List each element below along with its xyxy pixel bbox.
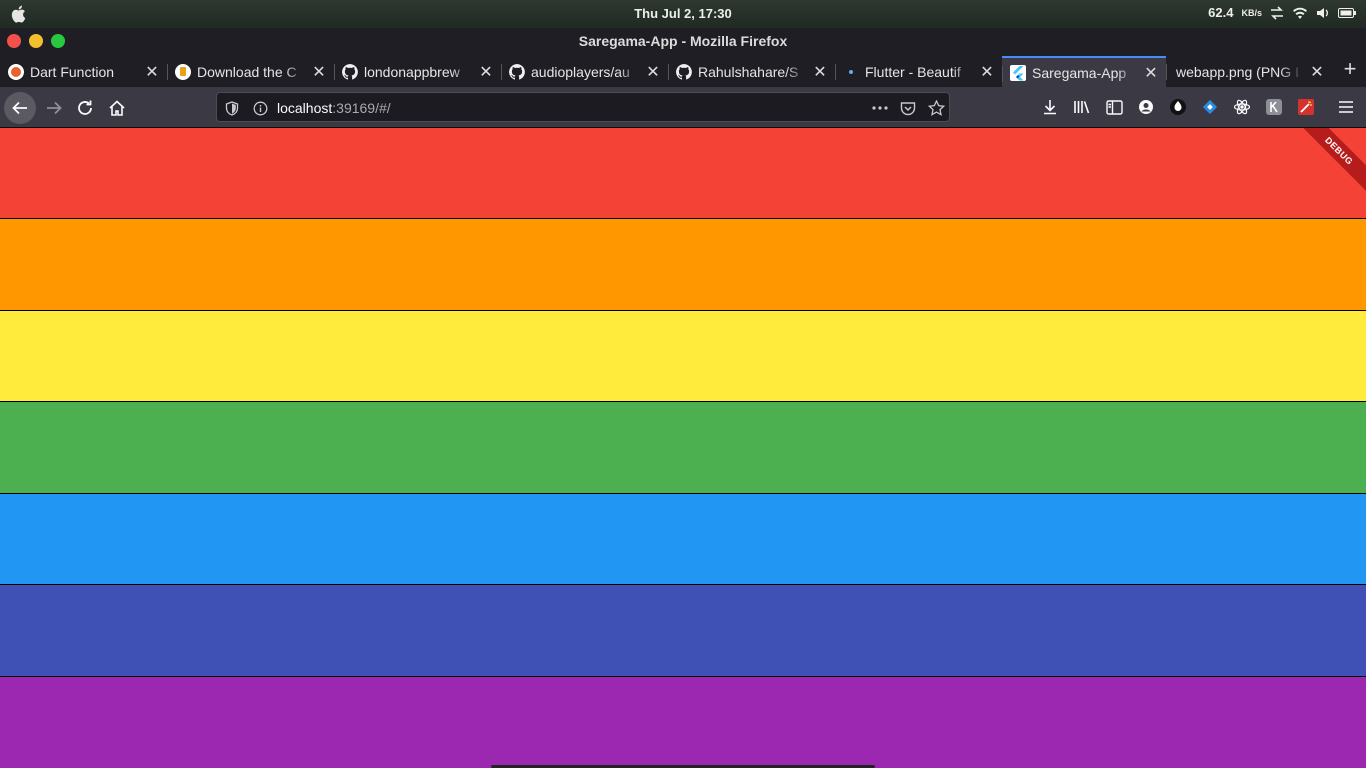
- dart-icon: [8, 63, 24, 80]
- tab-close-icon[interactable]: ✕: [646, 62, 660, 82]
- tab-webapp-png[interactable]: webapp.png (PNG I ✕: [1166, 56, 1332, 87]
- back-button[interactable]: [4, 92, 36, 124]
- tab-close-icon[interactable]: ✕: [145, 62, 159, 82]
- window-title: Saregama-App - Mozilla Firefox: [578, 33, 788, 49]
- reload-button[interactable]: [71, 94, 99, 122]
- sidebar-button[interactable]: [1104, 97, 1124, 117]
- tab-strip: Dart Function ✕ Download the C ✕ londona…: [0, 54, 1366, 87]
- new-tab-button[interactable]: +: [1336, 56, 1364, 84]
- battery-icon[interactable]: [1338, 7, 1356, 19]
- bookmark-star-icon[interactable]: [927, 99, 945, 117]
- key-stripe-red[interactable]: [0, 128, 1366, 218]
- key-stripe-purple[interactable]: [0, 677, 1366, 768]
- window-title-bar: Saregama-App - Mozilla Firefox: [0, 28, 1366, 54]
- wand-extension-icon: [1298, 99, 1314, 115]
- github-icon: [509, 63, 525, 80]
- extension-button-4[interactable]: [1264, 97, 1284, 117]
- key-stripe-green[interactable]: [0, 402, 1366, 493]
- extension-button-3[interactable]: [1232, 97, 1252, 117]
- back-arrow-icon: [12, 101, 27, 115]
- github-icon: [342, 63, 358, 80]
- page-actions-icon[interactable]: [871, 99, 889, 117]
- tab-londonappbrewery[interactable]: londonappbrew ✕: [334, 56, 501, 87]
- system-top-bar: Thu Jul 2, 17:30 62.4 KB/s: [0, 0, 1366, 28]
- tab-close-icon[interactable]: ✕: [1310, 62, 1324, 82]
- navigation-toolbar: localhost:39169/#/: [0, 87, 1366, 128]
- tab-rahulshahare[interactable]: Rahulshahare/S ✕: [668, 56, 835, 87]
- react-devtools-icon: [1233, 99, 1251, 115]
- flutter-dot-icon: [843, 64, 859, 80]
- flutter-icon: [1010, 64, 1026, 81]
- home-button[interactable]: [103, 94, 131, 122]
- library-button[interactable]: [1072, 97, 1092, 117]
- network-arrows-icon[interactable]: [1270, 5, 1284, 20]
- tab-dart-function[interactable]: Dart Function ✕: [0, 56, 167, 87]
- app-menu-button[interactable]: [1336, 97, 1356, 117]
- forward-button[interactable]: [40, 94, 68, 122]
- forward-arrow-icon: [47, 101, 62, 115]
- tab-audioplayers[interactable]: audioplayers/au ✕: [501, 56, 668, 87]
- ninja-extension-icon: [1170, 99, 1186, 115]
- wifi-icon[interactable]: [1292, 6, 1308, 20]
- library-icon: [1074, 101, 1090, 114]
- key-stripe-yellow[interactable]: [0, 311, 1366, 401]
- volume-icon[interactable]: [1316, 6, 1330, 20]
- extension-button-2[interactable]: [1200, 97, 1220, 117]
- github-icon: [676, 63, 692, 80]
- tab-label: Rahulshahare/S: [698, 63, 799, 80]
- system-clock[interactable]: Thu Jul 2, 17:30: [0, 6, 1366, 21]
- url-text[interactable]: localhost:39169/#/: [277, 100, 391, 116]
- url-host: localhost: [277, 100, 333, 116]
- diamond-extension-icon: [1202, 99, 1218, 115]
- net-speed-value: 62.4: [1208, 5, 1234, 20]
- tab-close-icon[interactable]: ✕: [1144, 63, 1158, 83]
- hamburger-menu-icon: [1339, 101, 1353, 113]
- site-info-icon[interactable]: [251, 99, 269, 117]
- tab-label: webapp.png (PNG I: [1176, 63, 1299, 80]
- tab-label: Download the C: [197, 63, 297, 80]
- tab-close-icon[interactable]: ✕: [312, 62, 326, 82]
- tab-label: Flutter - Beautif: [865, 63, 961, 80]
- system-tray: 62.4 KB/s: [1208, 5, 1356, 20]
- url-port-path: :39169/#/: [332, 100, 391, 116]
- address-bar[interactable]: localhost:39169/#/: [216, 92, 950, 122]
- tab-label: Dart Function: [30, 63, 115, 80]
- account-button[interactable]: [1136, 97, 1156, 117]
- key-stripe-blue[interactable]: [0, 494, 1366, 584]
- home-icon: [109, 100, 125, 116]
- sidebar-icon: [1105, 99, 1123, 115]
- pocket-icon[interactable]: [899, 99, 917, 117]
- tab-label: Saregama-App: [1032, 64, 1127, 81]
- tab-close-icon[interactable]: ✕: [479, 62, 493, 82]
- downloads-button[interactable]: [1040, 97, 1060, 117]
- account-icon: [1139, 100, 1153, 114]
- net-speed-unit: KB/s: [1241, 7, 1262, 18]
- key-stripe-orange[interactable]: [0, 219, 1366, 310]
- extension-button-5[interactable]: [1296, 97, 1316, 117]
- tab-flutter-beautiful[interactable]: Flutter - Beautif ✕: [835, 56, 1002, 87]
- reload-icon: [78, 100, 92, 115]
- beer-icon: [175, 63, 191, 80]
- tab-close-icon[interactable]: ✕: [980, 62, 994, 82]
- extension-button-1[interactable]: [1168, 97, 1188, 117]
- tab-download[interactable]: Download the C ✕: [167, 56, 334, 87]
- tab-saregama-app[interactable]: Saregama-App ✕: [1002, 56, 1166, 87]
- download-icon: [1044, 100, 1056, 115]
- tab-label: audioplayers/au: [531, 63, 630, 80]
- page-content: DEBUG: [0, 128, 1366, 768]
- tracking-shield-icon[interactable]: [223, 99, 241, 117]
- k-extension-icon: [1266, 99, 1282, 115]
- tab-close-icon[interactable]: ✕: [813, 62, 827, 82]
- key-stripe-indigo[interactable]: [0, 585, 1366, 676]
- tab-label: londonappbrew: [364, 63, 460, 80]
